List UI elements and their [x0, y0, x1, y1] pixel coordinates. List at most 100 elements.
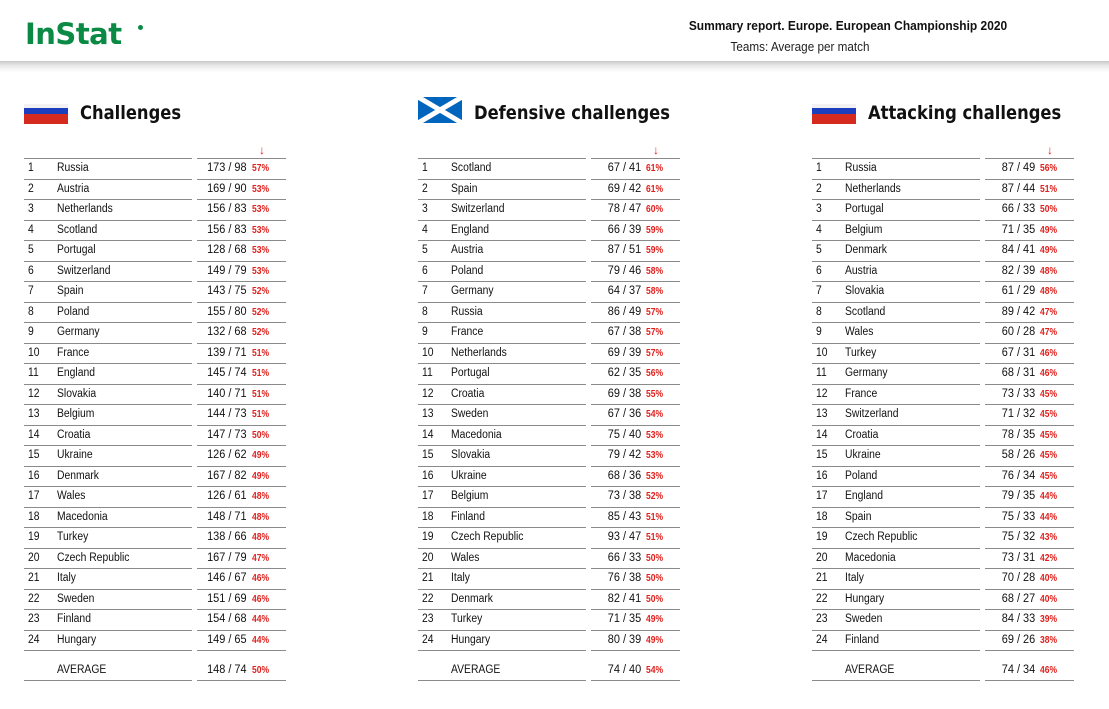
rank: 13 — [422, 408, 434, 420]
row-divider — [24, 547, 192, 549]
success-percent: 45% — [1040, 388, 1058, 400]
success-percent: 48% — [252, 511, 270, 523]
row-divider — [985, 629, 1074, 631]
table-row: 9 Wales 60 / 28 47% — [812, 322, 1077, 343]
rank: 21 — [816, 572, 828, 584]
table-row: 23 Sweden 84 / 33 39% — [812, 609, 1077, 630]
team-name: Scotland — [451, 162, 492, 174]
team-name: Ukraine — [451, 469, 487, 482]
rank: 10 — [28, 346, 40, 359]
team-name: Hungary — [451, 633, 491, 646]
average-label: AVERAGE — [451, 664, 501, 676]
table-row: 8 Scotland 89 / 42 47% — [812, 301, 1077, 323]
team-name: Belgium — [845, 223, 883, 236]
table-row: 16 Ukraine 68 / 36 53% — [418, 465, 683, 487]
won-total-value: 140 / 71 — [207, 387, 247, 400]
table-row: 3 Netherlands 156 / 83 53% — [24, 199, 289, 220]
rank: 19 — [422, 531, 434, 543]
success-percent: 60% — [646, 204, 664, 215]
row-divider — [24, 322, 192, 323]
success-percent: 58% — [646, 286, 664, 297]
sort-desc-arrow-icon[interactable]: ↓ — [653, 144, 659, 156]
average-percent: 50% — [252, 665, 270, 676]
success-percent: 48% — [252, 491, 270, 502]
team-name: Hungary — [57, 633, 97, 646]
rank: 2 — [422, 182, 428, 195]
row-divider — [197, 650, 286, 651]
won-total-value: 73 / 38 — [607, 490, 641, 502]
success-percent: 40% — [1040, 593, 1058, 605]
won-total-value: 84 / 41 — [1001, 244, 1035, 256]
success-percent: 40% — [1040, 573, 1058, 584]
team-name: Portugal — [451, 367, 490, 379]
table-row: 8 Russia 86 / 49 57% — [418, 301, 683, 323]
row-divider — [812, 301, 980, 303]
row-divider — [197, 680, 286, 681]
team-name: Austria — [845, 264, 878, 277]
table-row: 6 Austria 82 / 39 48% — [812, 260, 1077, 282]
success-percent: 50% — [646, 573, 664, 584]
average-value: 74 / 40 — [607, 664, 641, 676]
row-divider — [24, 342, 192, 344]
table-row: 2 Austria 169 / 90 53% — [24, 178, 289, 200]
success-percent: 57% — [646, 327, 664, 338]
row-divider — [197, 609, 286, 610]
row-divider — [418, 486, 586, 487]
table-row: 18 Finland 85 / 43 51% — [418, 506, 683, 528]
won-total-value: 154 / 68 — [207, 613, 247, 625]
success-percent: 46% — [1040, 347, 1058, 359]
table-row: 23 Finland 154 / 68 44% — [24, 609, 289, 630]
team-name: Germany — [57, 326, 100, 338]
success-percent: 48% — [1040, 265, 1058, 277]
table-row: 12 Slovakia 140 / 71 51% — [24, 383, 289, 405]
success-percent: 52% — [646, 491, 664, 502]
rank: 15 — [422, 449, 434, 461]
average-row: AVERAGE 148 / 74 50% — [24, 660, 289, 681]
team-name: Czech Republic — [57, 551, 130, 564]
won-total-value: 85 / 43 — [607, 510, 641, 523]
success-percent: 58% — [646, 265, 664, 277]
table-row: 20 Czech Republic 167 / 79 47% — [24, 547, 289, 569]
won-total-value: 82 / 39 — [1001, 264, 1035, 277]
row-divider — [197, 629, 286, 631]
row-divider — [24, 629, 192, 631]
team-name: Croatia — [845, 428, 879, 441]
row-divider — [197, 322, 286, 323]
row-divider — [418, 506, 586, 508]
success-percent: 49% — [1040, 245, 1058, 256]
table-row: 24 Hungary 149 / 65 44% — [24, 629, 289, 651]
team-name: Italy — [845, 572, 864, 584]
success-percent: 49% — [1040, 224, 1058, 236]
success-percent: 61% — [646, 163, 664, 174]
table-row: 14 Croatia 147 / 73 50% — [24, 424, 289, 446]
won-total-value: 62 / 35 — [607, 367, 641, 379]
won-total-value: 156 / 83 — [207, 223, 247, 236]
sort-desc-arrow-icon[interactable]: ↓ — [1047, 144, 1053, 156]
won-total-value: 68 / 31 — [1001, 367, 1035, 379]
success-percent: 47% — [1040, 306, 1058, 318]
sort-desc-arrow-icon[interactable]: ↓ — [259, 144, 265, 156]
won-total-value: 78 / 47 — [607, 203, 641, 215]
success-percent: 53% — [252, 183, 270, 195]
table-row: 7 Slovakia 61 / 29 48% — [812, 281, 1077, 302]
row-divider — [591, 650, 680, 651]
row-divider — [418, 680, 586, 681]
won-total-value: 79 / 35 — [1001, 490, 1035, 502]
row-divider — [591, 219, 680, 221]
row-divider — [812, 322, 980, 323]
row-divider — [197, 547, 286, 549]
team-name: Wales — [451, 551, 480, 564]
won-total-value: 138 / 66 — [207, 531, 247, 543]
row-divider — [591, 486, 680, 487]
won-total-value: 82 / 41 — [607, 592, 641, 605]
rank: 23 — [422, 613, 434, 625]
panel-header: Defensive challenges — [416, 94, 683, 136]
row-divider — [418, 404, 586, 405]
row-divider — [591, 609, 680, 610]
row-divider — [24, 506, 192, 508]
row-divider — [591, 199, 680, 200]
won-total-value: 71 / 35 — [607, 613, 641, 625]
table-row: 16 Denmark 167 / 82 49% — [24, 465, 289, 487]
row-divider — [24, 424, 192, 426]
success-percent: 53% — [252, 265, 270, 277]
